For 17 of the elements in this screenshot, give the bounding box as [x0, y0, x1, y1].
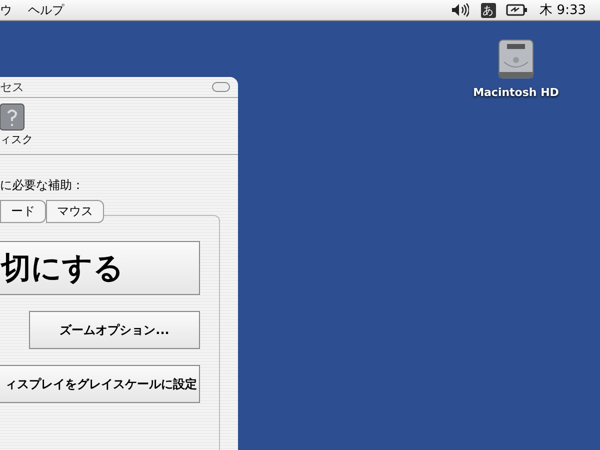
option-button[interactable]: ズームオプション... [29, 311, 200, 349]
option-button[interactable]: 切にする [0, 241, 200, 295]
toolbar-label[interactable]: ィスク [0, 132, 33, 147]
option-button[interactable]: ィスプレイをグレイスケールに設定 [0, 365, 200, 403]
speaker-icon[interactable] [450, 3, 469, 17]
tab[interactable]: マウス [46, 200, 104, 223]
menu-clock[interactable]: 木 9:33 [540, 1, 586, 19]
menu-item[interactable]: ヘルプ [28, 2, 64, 18]
prompt-text: に必要な補助： [0, 177, 85, 194]
menu-item[interactable]: ウ [0, 2, 12, 18]
tab[interactable]: ード [0, 200, 46, 223]
window-title: セス [0, 78, 24, 96]
desktop-icon-label[interactable]: Macintosh HD [473, 86, 559, 99]
hard-drive-icon[interactable] [498, 38, 534, 80]
battery-icon[interactable] [506, 4, 528, 16]
toolbar-toggle-button[interactable] [212, 82, 230, 92]
input-method-indicator[interactable]: あ [480, 2, 496, 18]
